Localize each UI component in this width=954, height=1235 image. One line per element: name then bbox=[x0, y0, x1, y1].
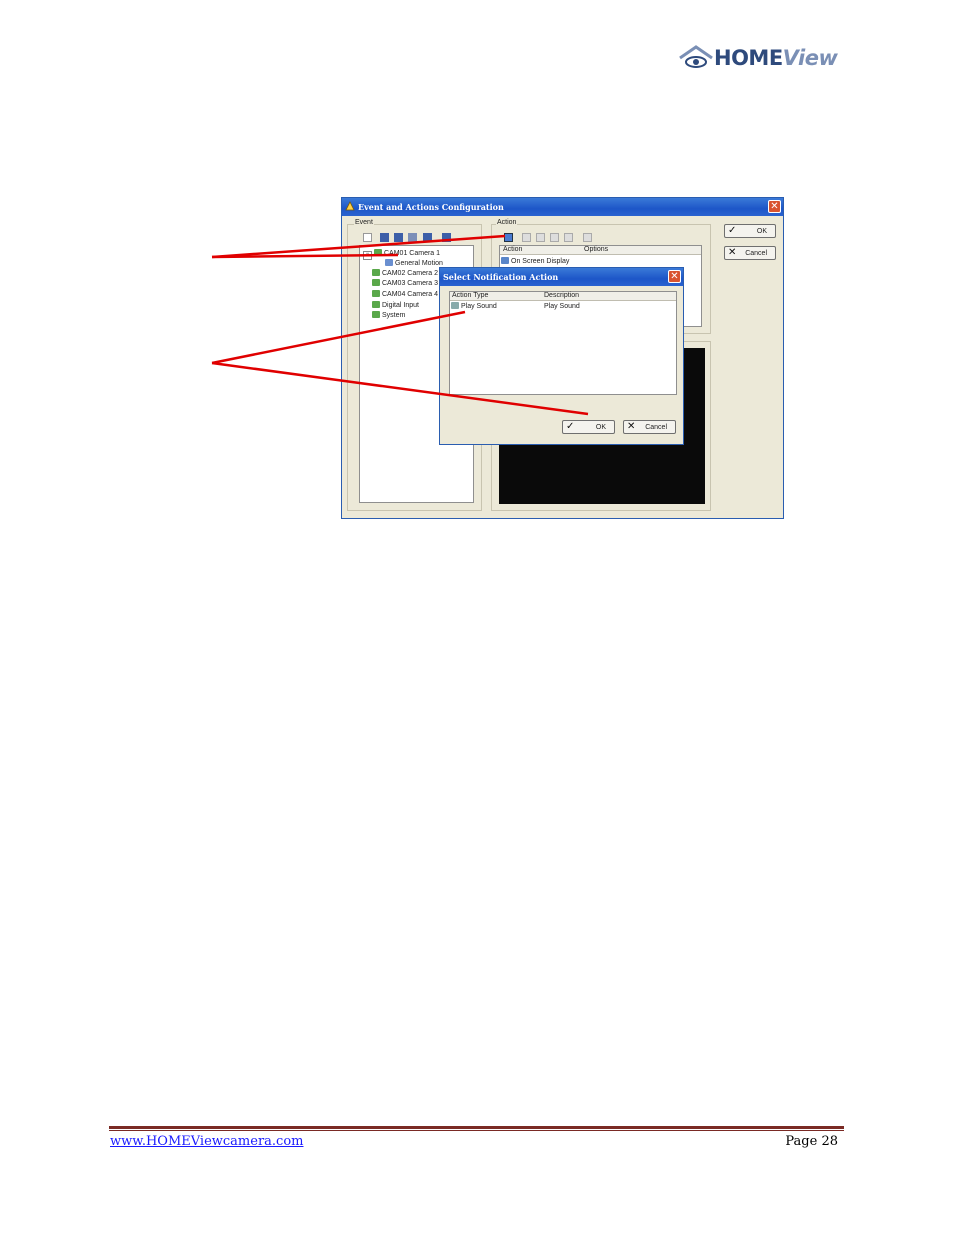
footer-rule bbox=[109, 1126, 844, 1129]
footer-rule-thin bbox=[109, 1130, 844, 1131]
annotation-arrows bbox=[211, 234, 589, 416]
page-number: Page 28 bbox=[785, 1134, 838, 1149]
callout-line bbox=[211, 234, 506, 259]
callout-line bbox=[211, 361, 589, 416]
footer-website-link[interactable]: www.HOMEViewcamera.com bbox=[110, 1134, 304, 1149]
callout-line bbox=[211, 310, 466, 365]
